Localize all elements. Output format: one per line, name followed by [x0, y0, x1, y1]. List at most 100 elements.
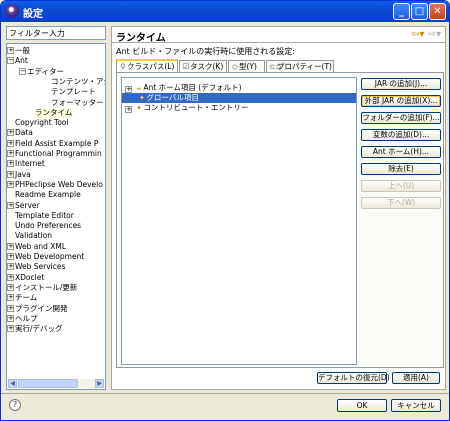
classpath-tree[interactable]: + ☕Ant ホーム項目 (デフォルト) ✦ グローバル項目 + ✦ コントリビュー… — [121, 77, 357, 365]
scroll-right-icon[interactable]: ▶ — [95, 379, 104, 388]
tree-item-label: 一般 — [15, 46, 30, 55]
collapse-icon[interactable]: − — [7, 57, 14, 65]
tree-item-label: Copyright Tool — [15, 118, 69, 128]
tree-item[interactable]: Readme Example — [15, 190, 81, 200]
add-jar-button[interactable]: JAR の追加(J)... — [361, 78, 441, 90]
tree-item[interactable]: + PHPeclipse Web Develo — [7, 179, 103, 190]
tree-item[interactable]: Undo Preferences — [15, 221, 81, 231]
tree-item-label: PHPeclipse Web Develo — [15, 179, 103, 189]
expand-icon[interactable]: + — [7, 160, 14, 168]
classpath-icon: ⚲ — [120, 62, 126, 71]
expand-icon[interactable]: + — [7, 129, 14, 137]
forward-arrow-icon[interactable]: ⇨▾ — [428, 29, 441, 40]
tree-item[interactable]: + Server — [7, 201, 40, 211]
collapse-icon[interactable]: − — [19, 67, 26, 75]
expand-icon[interactable]: + — [125, 86, 132, 93]
expand-icon[interactable]: + — [7, 139, 14, 147]
tree-item[interactable]: + プラグイン開発 — [7, 303, 68, 314]
minimize-button[interactable]: _ — [393, 3, 410, 20]
move-down-button[interactable]: 下へ(W) — [361, 197, 441, 209]
remove-button[interactable]: 除去(E) — [361, 163, 441, 175]
expand-icon[interactable]: + — [7, 273, 14, 281]
restore-defaults-button[interactable]: デフォルトの復元(D) — [317, 372, 390, 384]
list-item[interactable]: + ✦ コントリビュート・エントリー — [122, 103, 356, 113]
tree-item-label: コンテンツ・アシスト — [51, 76, 105, 86]
tree-item[interactable]: + インストール/更新 — [7, 282, 78, 293]
expand-icon[interactable]: + — [125, 106, 132, 113]
tree-item[interactable]: + Field Assist Example P — [7, 138, 99, 149]
expand-icon[interactable]: + — [7, 253, 14, 260]
cancel-button[interactable]: キャンセル — [391, 399, 441, 412]
task-icon: ☑ — [182, 62, 190, 71]
tree-item-label: インストール/更新 — [15, 282, 78, 292]
add-folder-button[interactable]: フォルダーの追加(F)... — [361, 112, 441, 124]
tree-item[interactable]: + Functional Programmin — [7, 149, 102, 159]
expand-icon[interactable]: + — [7, 304, 14, 312]
close-button[interactable]: ✕ — [429, 3, 446, 20]
tree-item[interactable]: Template Editor — [15, 211, 74, 221]
tree-item[interactable]: + XDoclet — [7, 273, 44, 283]
tree-item[interactable]: + Data — [7, 128, 33, 138]
expand-icon[interactable]: + — [7, 294, 14, 302]
tree-item[interactable]: + 一般 — [7, 46, 30, 56]
list-item[interactable]: ✦ グローバル項目 — [122, 93, 356, 103]
ok-button[interactable]: OK — [337, 399, 387, 412]
tree-item-label: Web and XML — [15, 241, 67, 251]
tree-item[interactable]: + Web Development — [7, 252, 84, 262]
move-up-button[interactable]: 上へ(U) — [361, 180, 441, 192]
list-item[interactable]: + ☕Ant ホーム項目 (デフォルト) — [122, 83, 356, 93]
tree-item[interactable]: + ヘルプ — [7, 314, 38, 324]
tree-item[interactable]: + Web and XML — [7, 241, 67, 252]
tree-item[interactable]: Copyright Tool — [15, 118, 69, 128]
expand-icon[interactable]: + — [7, 180, 14, 188]
tree-item[interactable]: Validation — [15, 231, 52, 241]
tree-item-label: Web Services — [15, 262, 66, 272]
tree-item[interactable]: + Internet — [7, 159, 45, 169]
preference-nav: +実行/デバッグ+ヘルプ+プラグイン開発+チーム+インストール/更新+XDocl… — [6, 26, 106, 390]
expand-icon[interactable]: + — [7, 314, 14, 322]
tree-item[interactable]: − エディター — [19, 66, 64, 77]
preference-tree: + 実行/デバッグ + ヘルプ + プラグイン開発 + チーム + インストール/更新 + XDocl… — [6, 43, 106, 390]
list-item-label: Ant ホーム項目 (デフォルト) — [143, 83, 242, 92]
expand-icon[interactable]: + — [7, 263, 14, 271]
tree-item[interactable]: − Ant — [7, 56, 28, 66]
expand-icon[interactable]: + — [7, 47, 14, 54]
expand-icon[interactable]: + — [7, 150, 14, 157]
tree-item[interactable]: + 実行/デバッグ — [7, 324, 63, 334]
horizontal-scrollbar[interactable]: ◀ ▶ — [8, 379, 104, 388]
tree-item-label: 実行/デバッグ — [15, 324, 63, 334]
filter-input[interactable] — [6, 26, 106, 40]
add-variable-button[interactable]: 変数の追加(D)... — [361, 129, 441, 141]
scroll-thumb[interactable] — [18, 379, 78, 388]
back-arrow-icon[interactable]: ⇦▾ — [411, 29, 424, 40]
add-external-jar-button[interactable]: 外部 JAR の追加(X)... — [361, 95, 441, 107]
tree-item-label: プラグイン開発 — [15, 303, 68, 313]
tab-classpath[interactable]: ⚲クラスパス(L) — [116, 59, 178, 72]
tab-properties[interactable]: ⊂⊃プロパティー(T) — [266, 60, 334, 72]
expand-icon[interactable]: + — [7, 201, 14, 209]
expand-icon[interactable]: + — [7, 170, 14, 178]
tree-item-label: エディター — [27, 66, 64, 76]
tree-item-label: Java — [15, 169, 31, 179]
tree-item[interactable]: フォーマッター — [51, 98, 104, 108]
tree-item[interactable]: + Java — [7, 169, 31, 180]
tree-item[interactable]: + Web Services — [7, 262, 66, 272]
maximize-button[interactable]: □ — [411, 3, 428, 20]
tree-item[interactable]: コンテンツ・アシスト — [51, 76, 105, 87]
list-item-label: グローバル項目 — [146, 93, 199, 102]
tree-item[interactable]: + チーム — [7, 293, 37, 303]
tab-label: タスク(K) — [190, 62, 224, 71]
tree-item[interactable]: テンプレート — [51, 87, 96, 97]
history-nav: ⇦▾ ⇨▾ — [411, 29, 441, 40]
tab-types[interactable]: ◇型(Y) — [228, 60, 265, 72]
ant-home-button[interactable]: Ant ホーム(H)... — [361, 146, 441, 158]
apply-button[interactable]: 適用(A) — [392, 372, 440, 384]
tree-item-label: Field Assist Example P — [15, 138, 99, 148]
tree-item[interactable]: ランタイム — [35, 107, 73, 118]
help-icon[interactable]: ? — [9, 399, 21, 411]
expand-icon[interactable]: + — [7, 242, 14, 250]
expand-icon[interactable]: + — [7, 325, 14, 333]
scroll-left-icon[interactable]: ◀ — [8, 379, 17, 388]
expand-icon[interactable]: + — [7, 283, 14, 291]
tab-tasks[interactable]: ☑タスク(K) — [179, 60, 227, 72]
